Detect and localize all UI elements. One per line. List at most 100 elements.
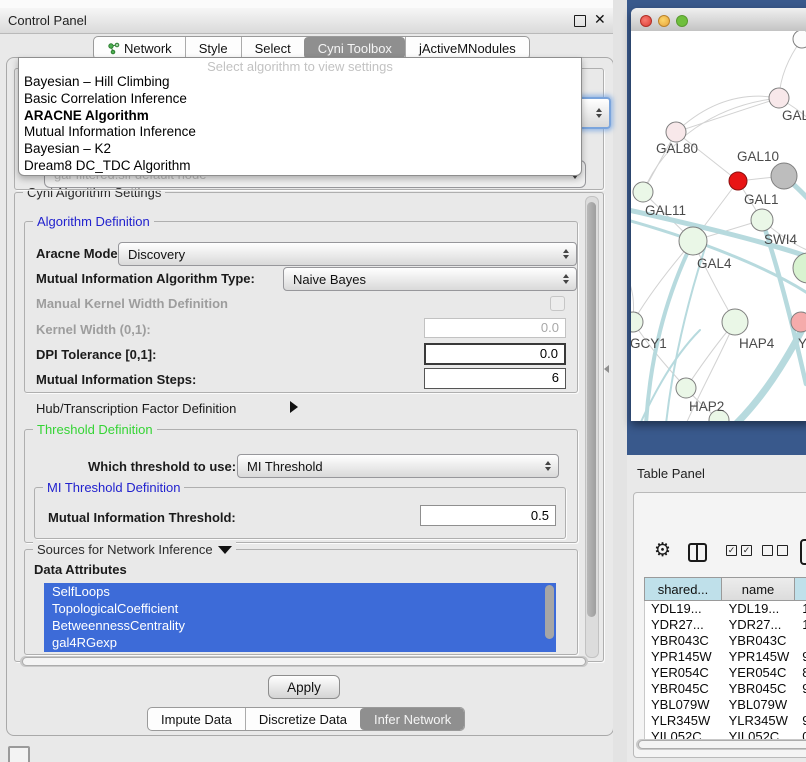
table-panel-title: Table Panel [637,466,705,481]
settings-scrollbar[interactable] [585,196,599,658]
attribute-item-selfloops[interactable]: SelfLoops [44,583,556,600]
minimized-panel-icon[interactable] [8,746,30,762]
node-gal10[interactable] [771,163,797,189]
mi-steps-input[interactable]: 6 [424,368,566,389]
attribute-item-betweennesscentrality[interactable]: BetweennessCentrality [44,617,556,634]
column-header-shared[interactable]: shared... [645,578,722,600]
settings-hscrollbar[interactable] [20,656,588,667]
data-attributes-list: SelfLoopsTopologicalCoefficientBetweenne… [44,583,556,652]
data-attributes-label: Data Attributes [34,562,127,577]
node-gal80[interactable] [666,122,686,142]
node-gal11[interactable] [633,182,653,202]
column-header-a[interactable]: A [795,578,806,600]
node-gal4[interactable] [679,227,707,255]
node-swi4[interactable] [793,253,806,283]
network-window: GALGAL80GAL10GAL1GAL11GAL4SWI4GCY1HAP4YH… [631,8,806,421]
table-cell: YER054C [645,665,723,681]
table-cell: YBR043C [723,633,797,649]
tab-select[interactable]: Select [241,37,304,59]
algorithm-option-mutual-information-inference[interactable]: Mutual Information Inference [19,124,581,141]
expander-arrow-icon[interactable] [290,401,298,413]
node-y[interactable] [791,312,806,332]
which-threshold-combobox[interactable]: MI Threshold [237,454,559,478]
algorithm-option-basic-correlation-inference[interactable]: Basic Correlation Inference [19,91,581,108]
table-hscrollbar-thumb[interactable] [638,740,806,749]
close-window-button[interactable] [640,15,652,27]
tab-jactivemnodules[interactable]: jActiveMNodules [405,37,529,59]
table-hscrollbar[interactable] [636,739,806,750]
node-gal[interactable] [769,88,789,108]
table-cell: YBL079W [723,697,797,713]
float-icon[interactable] [574,15,586,27]
minimize-window-button[interactable] [658,15,670,27]
network-graph: GALGAL80GAL10GAL1GAL11GAL4SWI4GCY1HAP4YH… [631,31,806,421]
node-label-gal80: GAL80 [656,141,698,156]
algorithm-option-bayesian-hill-climbing[interactable]: Bayesian – Hill Climbing [19,74,581,91]
attribute-item-topologicalcoefficient[interactable]: TopologicalCoefficient [44,600,556,617]
kernel-width-input[interactable]: 0.0 [424,318,566,338]
export-table-icon[interactable] [800,539,806,565]
mi-type-value: Naive Bayes [293,272,366,287]
tab-network[interactable]: Network [94,37,185,59]
node-unlabeled[interactable] [729,172,747,190]
node-gal1[interactable] [751,209,773,231]
close-icon[interactable]: ✕ [594,11,606,28]
dpi-tolerance-input[interactable]: 0.0 [424,343,566,365]
deselect-columns-icon[interactable] [762,545,788,556]
manual-kernel-label: Manual Kernel Width Definition [36,296,228,311]
node-hap4[interactable] [722,309,748,335]
node-unlabeled[interactable] [793,31,806,48]
select-columns-icon[interactable]: ✓✓ [726,545,752,556]
hub-expander-label[interactable]: Hub/Transcription Factor Definition [36,401,236,416]
mi-type-combobox[interactable]: Naive Bayes [283,267,577,291]
node-label-gal4: GAL4 [697,256,732,271]
node-hap2[interactable] [676,378,696,398]
table-row[interactable]: YLR345WYLR345W9. [645,713,806,729]
node-table: shared...nameA YDL19...YDL19...13YDR27..… [644,577,806,745]
algorithm-option-dream8-dc-tdc-algorithm[interactable]: Dream8 DC_TDC Algorithm [19,158,581,175]
splitter-handle-icon[interactable] [604,365,609,373]
algorithm-option-bayesian-k2[interactable]: Bayesian – K2 [19,141,581,158]
which-threshold-label: Which threshold to use: [88,459,236,474]
table-row[interactable]: YER054CYER054C8. [645,665,806,681]
gear-icon[interactable]: ⚙ [654,541,671,560]
panel-splitter[interactable] [613,0,627,762]
apply-button[interactable]: Apply [268,675,340,699]
control-panel-titlebar: Control Panel ✕ [0,8,620,34]
column-header-name[interactable]: name [722,578,795,600]
node-label-y: Y [798,336,806,351]
table-row[interactable]: YBR045CYBR045C9. [645,681,806,697]
tab-style[interactable]: Style [185,37,241,59]
attribute-item-gal4rgexp[interactable]: gal4RGexp [44,634,556,651]
tab-infer-network[interactable]: Infer Network [360,708,464,730]
network-window-titlebar[interactable] [631,8,806,32]
table-cell: YPR145W [645,649,723,665]
settings-scrollbar-thumb[interactable] [587,202,596,617]
table-row[interactable]: YDL19...YDL19...13 [645,601,806,617]
settings-hscrollbar-thumb[interactable] [22,657,586,666]
table-row[interactable]: YDR27...YDR27...12 [645,617,806,633]
node-gcy1[interactable] [631,312,643,332]
tab-label: Infer Network [374,712,451,727]
aracne-mode-combobox[interactable]: Discovery [118,242,577,266]
manual-kernel-checkbox[interactable] [550,296,565,311]
tab-discretize-data[interactable]: Discretize Data [245,708,360,730]
table-row[interactable]: YBL079WYBL079W [645,697,806,713]
tab-cyni-toolbox[interactable]: Cyni Toolbox [304,37,405,59]
collapse-arrow-icon[interactable] [218,546,232,554]
network-canvas[interactable]: GALGAL80GAL10GAL1GAL11GAL4SWI4GCY1HAP4YH… [631,31,806,421]
zoom-window-button[interactable] [676,15,688,27]
mi-threshold-input[interactable]: 0.5 [420,505,556,526]
algorithm-dropdown-list: Bayesian – Hill ClimbingBasic Correlatio… [19,74,581,175]
table-cell: 12 [796,617,806,633]
tab-impute-data[interactable]: Impute Data [148,708,245,730]
table-cell: 13 [796,601,806,617]
table-panel-body: ⚙ ✓✓ shared...nameA YDL19...YDL19...13YD… [633,492,806,758]
node-label-gal: GAL [782,108,806,123]
attributes-scrollbar-thumb[interactable] [545,585,554,639]
table-row[interactable]: YPR145WYPR145W9. [645,649,806,665]
table-cell: YBR043C [645,633,723,649]
algorithm-option-aracne-algorithm[interactable]: ARACNE Algorithm [19,108,581,125]
table-row[interactable]: YBR043CYBR043C [645,633,806,649]
split-view-icon[interactable] [688,543,707,562]
